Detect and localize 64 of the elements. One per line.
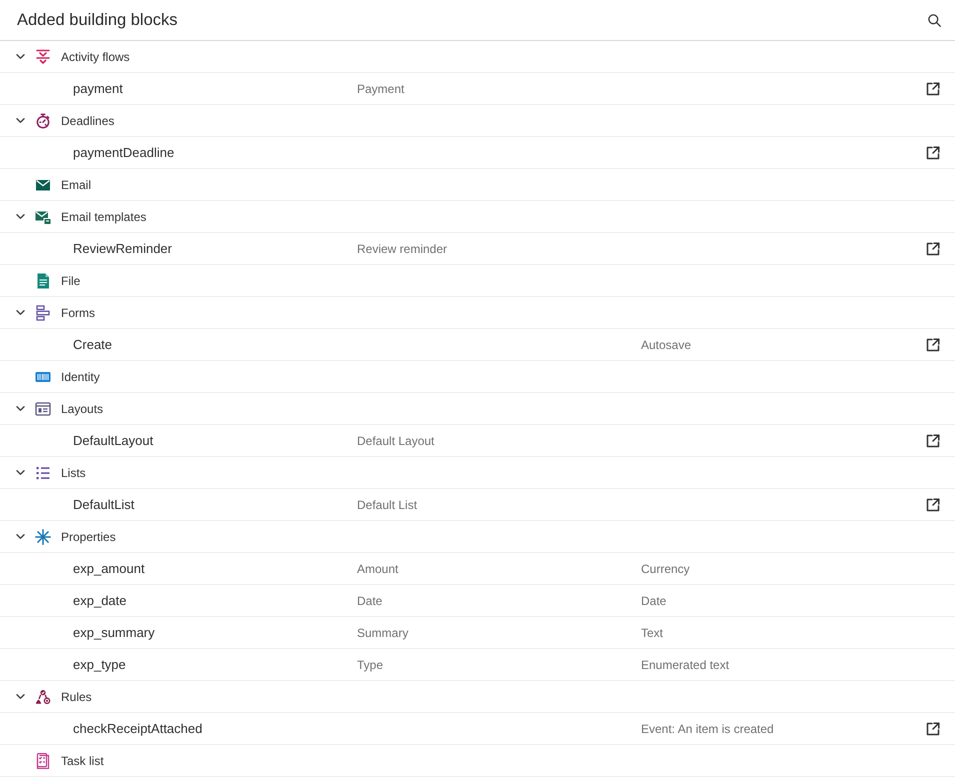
group-label[interactable]: Rules xyxy=(61,688,92,706)
group-label[interactable]: Identity xyxy=(61,368,100,386)
chevron-icon[interactable] xyxy=(15,403,26,414)
item-caption: Payment xyxy=(357,82,404,96)
item-caption: Review reminder xyxy=(357,242,448,256)
chevron-icon[interactable] xyxy=(15,691,26,702)
item-name[interactable]: exp_amount xyxy=(73,560,145,576)
item-name[interactable]: payment xyxy=(73,80,123,96)
external-link-icon[interactable] xyxy=(926,722,940,736)
group-label[interactable]: Activity flows xyxy=(61,48,130,66)
item-caption: Date xyxy=(357,594,382,608)
external-link-icon[interactable] xyxy=(926,434,940,448)
item-detail: Autosave xyxy=(641,338,692,352)
group-label[interactable]: Forms xyxy=(61,304,95,322)
chevron-icon[interactable] xyxy=(15,51,26,62)
item-detail: Event: An item is created xyxy=(641,722,774,736)
item-detail: Date xyxy=(641,594,666,608)
form-fields-icon xyxy=(35,304,51,320)
group-label[interactable]: Deadlines xyxy=(61,112,114,130)
item-detail: Text xyxy=(641,626,664,640)
group-label[interactable]: Email xyxy=(61,176,92,194)
item-caption: Amount xyxy=(357,562,398,576)
layout-window-icon xyxy=(35,400,51,416)
clipboard-checklist-icon xyxy=(35,752,51,768)
item-name[interactable]: exp_summary xyxy=(73,624,155,640)
group-label[interactable]: Properties xyxy=(61,528,116,546)
item-name[interactable]: exp_date xyxy=(73,592,126,608)
item-detail: Currency xyxy=(641,562,690,576)
panel-title: Added building blocks xyxy=(17,10,178,31)
item-caption: Default List xyxy=(357,498,418,512)
item-name[interactable]: DefaultList xyxy=(73,496,134,512)
group-label[interactable]: Layouts xyxy=(61,400,104,418)
item-name[interactable]: DefaultLayout xyxy=(73,432,154,448)
item-caption: Type xyxy=(357,658,384,672)
chevron-icon[interactable] xyxy=(15,531,26,542)
item-name[interactable]: exp_type xyxy=(73,656,126,672)
chevron-icon[interactable] xyxy=(15,115,26,126)
external-link-icon[interactable] xyxy=(926,242,940,256)
item-caption: Summary xyxy=(357,626,408,640)
document-icon xyxy=(35,272,51,288)
asterisk-icon xyxy=(35,528,51,544)
item-name[interactable]: checkReceiptAttached xyxy=(73,720,202,736)
external-link-icon[interactable] xyxy=(926,498,940,512)
item-name[interactable]: ReviewReminder xyxy=(73,240,172,256)
list-icon xyxy=(35,464,51,480)
flow-arrows-icon xyxy=(35,48,51,64)
group-label[interactable]: Lists xyxy=(61,464,86,482)
envelope-icon xyxy=(35,208,51,224)
chevron-icon[interactable] xyxy=(15,307,26,318)
item-caption: Default Layout xyxy=(357,434,434,448)
chevron-icon[interactable] xyxy=(15,211,26,222)
item-detail: Enumerated text xyxy=(641,658,730,672)
connected-nodes-icon xyxy=(35,688,51,704)
external-link-icon[interactable] xyxy=(926,146,940,160)
search-icon[interactable] xyxy=(928,14,941,26)
group-label[interactable]: File xyxy=(61,272,80,290)
item-name[interactable]: Create xyxy=(73,336,112,352)
stopwatch-icon xyxy=(35,112,51,128)
group-label[interactable]: Task list xyxy=(61,752,104,770)
chevron-icon[interactable] xyxy=(15,467,26,478)
external-link-icon[interactable] xyxy=(926,82,940,96)
external-link-icon[interactable] xyxy=(926,338,940,352)
group-label[interactable]: Email templates xyxy=(61,208,146,226)
item-name[interactable]: paymentDeadline xyxy=(73,144,174,160)
